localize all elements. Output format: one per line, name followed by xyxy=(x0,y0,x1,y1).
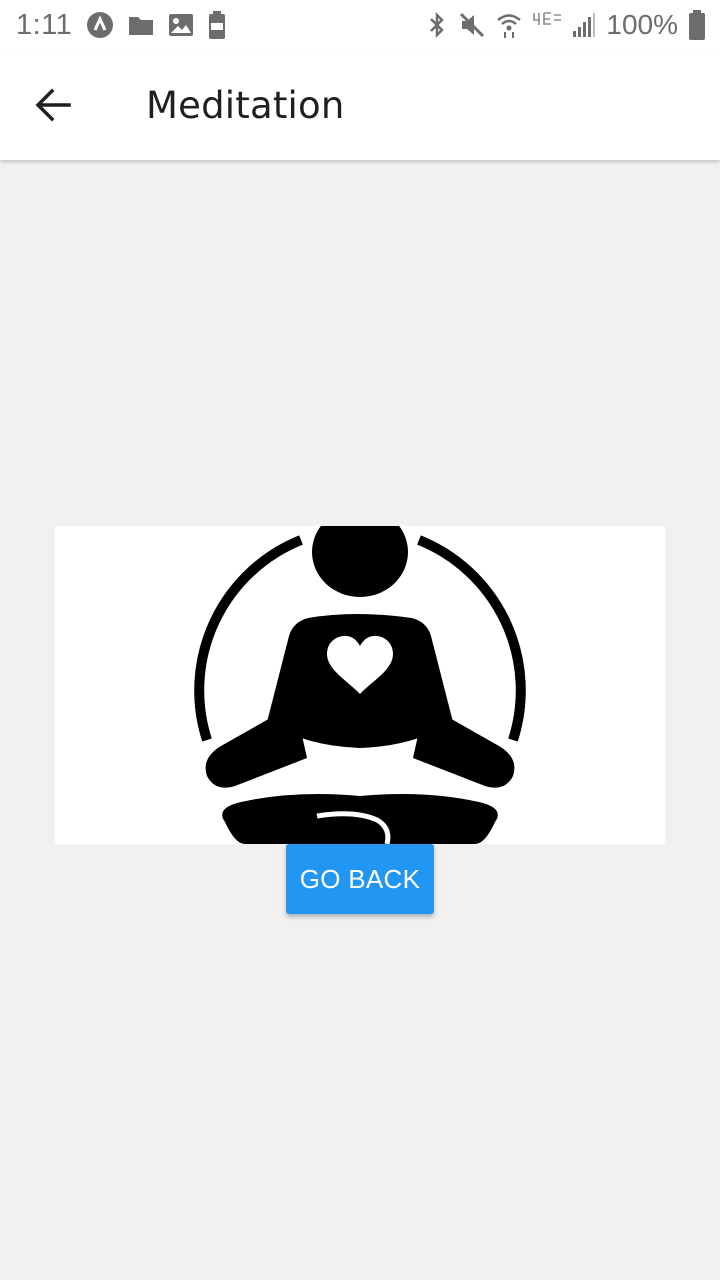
app-bar: Meditation xyxy=(0,50,720,160)
battery-saver-icon xyxy=(208,11,226,39)
image-icon xyxy=(168,13,194,37)
status-right: 100% xyxy=(426,9,706,41)
battery-icon xyxy=(688,10,706,40)
battery-percent: 100% xyxy=(606,9,678,40)
app-notification-icon xyxy=(86,11,114,39)
folder-icon xyxy=(128,14,154,36)
status-left: 1:11 xyxy=(16,9,226,42)
meditation-figure-icon xyxy=(194,526,526,844)
signal-icon xyxy=(572,11,596,39)
back-button[interactable] xyxy=(22,74,84,136)
wifi-icon xyxy=(496,11,522,39)
arrow-back-icon xyxy=(35,88,71,122)
lte-icon xyxy=(532,11,562,39)
go-back-button[interactable]: GO BACK xyxy=(286,844,434,914)
mute-icon xyxy=(458,11,486,39)
status-time: 1:11 xyxy=(16,8,73,41)
status-bar: 1:11 100% xyxy=(0,0,720,50)
page-title: Meditation xyxy=(146,83,345,127)
main-content: GO BACK xyxy=(0,160,720,1280)
meditation-image xyxy=(55,526,665,844)
bluetooth-icon xyxy=(426,11,448,39)
